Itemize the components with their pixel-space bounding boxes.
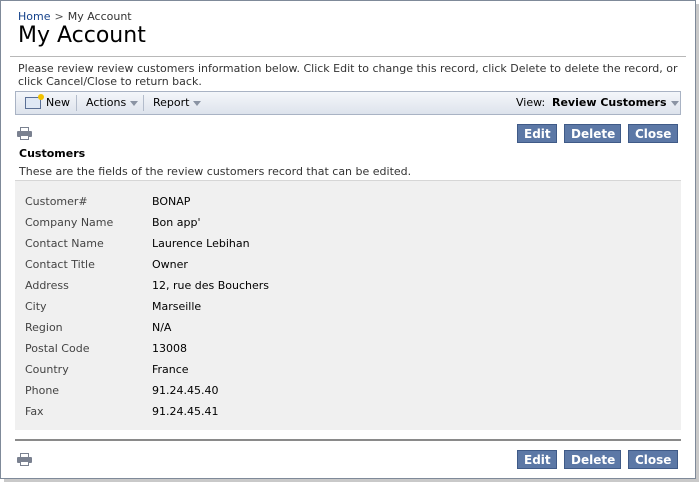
edit-button-bottom[interactable]: Edit <box>517 450 557 469</box>
report-menu-label: Report <box>153 96 190 109</box>
new-button[interactable]: New <box>25 92 70 114</box>
view-selector[interactable]: Review Customers <box>552 92 679 114</box>
field-value: Laurence Lebihan <box>152 237 250 250</box>
section-description: These are the fields of the review custo… <box>19 165 412 178</box>
new-button-label: New <box>46 96 70 109</box>
actions-menu-label: Actions <box>86 96 127 109</box>
field-value: France <box>152 363 189 376</box>
field-label: Address <box>25 279 69 292</box>
field-value: 91.24.45.41 <box>152 405 219 418</box>
close-button[interactable]: Close <box>628 124 678 143</box>
field-row-country: Country France <box>15 359 681 380</box>
breadcrumb-home-link[interactable]: Home <box>18 10 50 23</box>
field-label: Region <box>25 321 63 334</box>
field-row-region: Region N/A <box>15 317 681 338</box>
actions-menu-button[interactable]: Actions <box>86 92 139 114</box>
printer-icon[interactable] <box>17 127 32 140</box>
field-value: 12, rue des Bouchers <box>152 279 270 292</box>
printer-output <box>20 135 29 140</box>
field-label: Phone <box>25 384 60 397</box>
field-value: Bon app' <box>152 216 201 229</box>
toolbar-separator <box>143 95 144 111</box>
new-record-icon <box>25 94 44 109</box>
field-row-city: City Marseille <box>15 296 681 317</box>
field-label: Contact Title <box>25 258 95 271</box>
section-title: Customers <box>19 147 86 160</box>
breadcrumb: Home > My Account <box>18 10 132 23</box>
breadcrumb-separator: > <box>54 10 64 23</box>
printer-output <box>20 461 29 466</box>
breadcrumb-current: My Account <box>67 10 132 23</box>
bottom-divider <box>15 439 681 441</box>
report-menu-button[interactable]: Report <box>153 92 202 114</box>
field-value: BONAP <box>152 195 191 208</box>
field-row-postal-code: Postal Code 13008 <box>15 338 681 359</box>
field-row-contact-name: Contact Name Laurence Lebihan <box>15 233 681 254</box>
field-value: N/A <box>152 321 172 334</box>
page-description: Please review review customers informati… <box>18 62 678 88</box>
field-value: Owner <box>152 258 188 271</box>
toolbar-separator <box>76 95 77 111</box>
field-row-customer-id: Customer# BONAP <box>15 191 681 212</box>
field-row-address: Address 12, rue des Bouchers <box>15 275 681 296</box>
chevron-down-icon <box>193 100 202 106</box>
page-title: My Account <box>18 23 146 48</box>
delete-button[interactable]: Delete <box>564 124 621 143</box>
field-row-phone: Phone 91.24.45.40 <box>15 380 681 401</box>
edit-button[interactable]: Edit <box>517 124 557 143</box>
field-value: Marseille <box>152 300 202 313</box>
field-label: Country <box>25 363 69 376</box>
field-label: Postal Code <box>25 342 90 355</box>
view-selector-value: Review Customers <box>552 96 667 109</box>
delete-button-bottom[interactable]: Delete <box>564 450 621 469</box>
field-label: City <box>25 300 47 313</box>
close-button-bottom[interactable]: Close <box>628 450 678 469</box>
action-toolbar: New Actions Report View: Review Customer… <box>15 91 681 115</box>
field-row-contact-title: Contact Title Owner <box>15 254 681 275</box>
field-label: Company Name <box>25 216 114 229</box>
field-label: Customer# <box>25 195 88 208</box>
record-fields: Customer# BONAP Company Name Bon app' Co… <box>15 180 681 430</box>
field-label: Fax <box>25 405 44 418</box>
page-frame: Home > My Account My Account Please review… <box>0 0 696 479</box>
view-label: View: <box>516 96 546 109</box>
field-label: Contact Name <box>25 237 104 250</box>
field-value: 13008 <box>152 342 187 355</box>
printer-icon[interactable] <box>17 453 32 466</box>
chevron-down-icon <box>130 100 139 106</box>
chevron-down-icon <box>670 100 679 106</box>
field-value: 91.24.45.40 <box>152 384 219 397</box>
field-row-company-name: Company Name Bon app' <box>15 212 681 233</box>
title-divider <box>10 56 686 57</box>
field-row-fax: Fax 91.24.45.41 <box>15 401 681 422</box>
